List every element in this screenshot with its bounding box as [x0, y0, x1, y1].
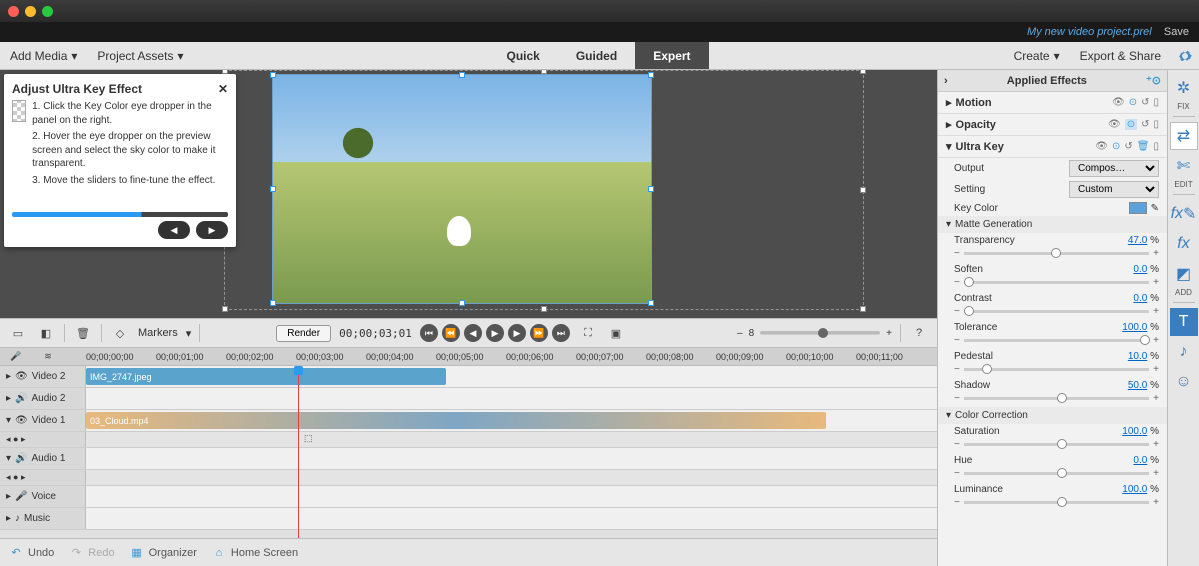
clip-image[interactable]: IMG_2747.jpeg [86, 368, 446, 385]
saturation-slider[interactable] [964, 443, 1149, 446]
save-button[interactable]: Save [1164, 26, 1189, 38]
pin-icon[interactable]: ⁺⊙ [1146, 74, 1161, 87]
mode-guided[interactable]: Guided [558, 42, 635, 69]
hue-slider[interactable] [964, 472, 1149, 475]
goto-end-icon[interactable]: ⏭ [552, 324, 570, 342]
mode-quick[interactable]: Quick [488, 42, 557, 69]
hint-step3: 3. Move the sliders to fine-tune the eff… [32, 174, 228, 188]
matte-group[interactable]: ▾Matte Generation [938, 216, 1167, 233]
guided-hint-panel: Adjust Ultra Key Effect ✕ 1. Click the Ke… [4, 74, 236, 247]
frame-back-icon[interactable]: ◀ [464, 324, 482, 342]
home-screen-button[interactable]: ⌂Home Screen [211, 545, 298, 561]
bottom-bar: ↶Undo ↷Redo ▦Organizer ⌂Home Screen [0, 538, 937, 566]
minimize-window-icon[interactable] [25, 6, 36, 17]
goto-start-icon[interactable]: ⏮ [420, 324, 438, 342]
applied-effects-panel: ›Applied Effects⁺⊙ ▸Motion👁⊙↺▯ ▸Opacity👁… [937, 70, 1167, 566]
stage: Adjust Ultra Key Effect ✕ 1. Click the Ke… [0, 70, 937, 318]
keyframe-icon[interactable]: ⊙ [1129, 97, 1137, 108]
soften-slider[interactable] [964, 281, 1149, 284]
hint-thumbnail [12, 100, 26, 122]
shadow-slider[interactable] [964, 397, 1149, 400]
menubar: Add Media▾ Project Assets▾ Quick Guided … [0, 42, 1199, 70]
timeline-toolbar: ▭ ◧ 🗑 ◇ Markers▾ Render 00;00;03;01 ⏮ ⏪ … [0, 318, 937, 348]
playback-controls: ⏮ ⏪ ◀ ▶ ▶ ⏩ ⏭ [420, 324, 570, 342]
timeline-ruler[interactable]: 🎤 ≋ 00;00;00;0000;00;01;00 00;00;02;0000… [0, 348, 937, 366]
trash-icon[interactable]: 🗑 [73, 323, 93, 343]
music-icon[interactable]: ♪ [1170, 338, 1198, 366]
color-correction-group[interactable]: ▾Color Correction [938, 407, 1167, 424]
hint-title: Adjust Ultra Key Effect [12, 82, 142, 96]
fix-tab[interactable]: ✲ [1170, 74, 1198, 102]
close-window-icon[interactable] [8, 6, 19, 17]
reset-icon[interactable]: ↺ [1141, 97, 1149, 108]
eyedropper-icon[interactable]: ✎ [1151, 203, 1159, 214]
tools-icon[interactable]: ✄ [1170, 152, 1198, 180]
timeline-tracks[interactable]: ▸👁Video 2 IMG_2747.jpeg ▸🔊Audio 2 ▾👁Vide… [0, 366, 937, 538]
graphics-icon[interactable]: ☺ [1170, 368, 1198, 396]
project-file-bar: My new video project.prel Save [0, 22, 1199, 42]
right-tool-rail: ✲ FIX ⇄ ✄ EDIT fx✎ fx ◩ ADD T ♪ ☺ [1167, 70, 1199, 566]
preview-monitor[interactable] [272, 74, 927, 308]
maximize-window-icon[interactable] [42, 6, 53, 17]
timecode[interactable]: 00;00;03;01 [339, 327, 412, 340]
render-button[interactable]: Render [276, 325, 331, 342]
key-color-swatch[interactable] [1129, 202, 1147, 214]
step-back-icon[interactable]: ⏪ [442, 324, 460, 342]
zoom-slider[interactable] [760, 331, 880, 335]
fullscreen-icon[interactable]: ⛶ [578, 323, 598, 343]
transitions-icon[interactable]: ◩ [1170, 260, 1198, 288]
organizer-button[interactable]: ▦Organizer [129, 545, 197, 561]
adjustments-icon[interactable]: ⇄ [1170, 122, 1198, 150]
transparency-slider[interactable] [964, 252, 1149, 255]
redo-button[interactable]: ↷Redo [68, 545, 114, 561]
tolerance-slider[interactable] [964, 339, 1149, 342]
titlebar [0, 0, 1199, 22]
panel-title: Applied Effects [1007, 75, 1087, 87]
zoom-out-icon[interactable]: – [737, 328, 743, 339]
delete-effect-icon[interactable]: 🗑 [1137, 141, 1150, 152]
hint-prev-button[interactable]: ◀ [158, 221, 190, 239]
marker-icon[interactable]: ◇ [110, 323, 130, 343]
fx-marker-icon[interactable]: fx✎ [1170, 200, 1198, 228]
contrast-slider[interactable] [964, 310, 1149, 313]
undo-button[interactable]: ↶Undo [8, 545, 54, 561]
luminance-slider[interactable] [964, 501, 1149, 504]
hint-progress [12, 212, 228, 217]
export-share-button[interactable]: Export & Share [1070, 42, 1171, 69]
help-icon[interactable]: ? [909, 323, 929, 343]
trash-icon[interactable]: ▯ [1153, 97, 1159, 108]
zoom-in-icon[interactable]: + [886, 328, 892, 339]
step-fwd-icon[interactable]: ⏩ [530, 324, 548, 342]
create-menu[interactable]: Create▾ [1004, 42, 1070, 69]
tool-b-icon[interactable]: ◧ [36, 323, 56, 343]
setting-select[interactable]: Custom [1069, 181, 1159, 198]
add-media-menu[interactable]: Add Media▾ [0, 42, 87, 69]
mode-expert[interactable]: Expert [635, 42, 708, 69]
hint-next-button[interactable]: ▶ [196, 221, 228, 239]
project-filename: My new video project.prel [1027, 26, 1152, 38]
clip-video[interactable]: 03_Cloud.mp4 [86, 412, 826, 429]
settings-icon[interactable] [1171, 48, 1199, 64]
output-select[interactable]: Compos… [1069, 160, 1159, 177]
titles-icon[interactable]: T [1170, 308, 1198, 336]
eye-icon[interactable]: 👁 [1112, 97, 1125, 108]
safe-margins-icon[interactable]: ▣ [606, 323, 626, 343]
hint-step1: 1. Click the Key Color eye dropper in th… [32, 100, 228, 127]
narration-icon[interactable]: 🎤 [6, 347, 26, 367]
markers-label: Markers [138, 327, 178, 339]
project-assets-menu[interactable]: Project Assets▾ [87, 42, 193, 69]
close-icon[interactable]: ✕ [218, 82, 228, 96]
pedestal-slider[interactable] [964, 368, 1149, 371]
tool-a-icon[interactable]: ▭ [8, 323, 28, 343]
audio-mix-icon[interactable]: ≋ [38, 347, 58, 367]
play-icon[interactable]: ▶ [486, 324, 504, 342]
frame-fwd-icon[interactable]: ▶ [508, 324, 526, 342]
hint-step2: 2. Hover the eye dropper on the preview … [32, 130, 228, 171]
fx-icon[interactable]: fx [1170, 230, 1198, 258]
